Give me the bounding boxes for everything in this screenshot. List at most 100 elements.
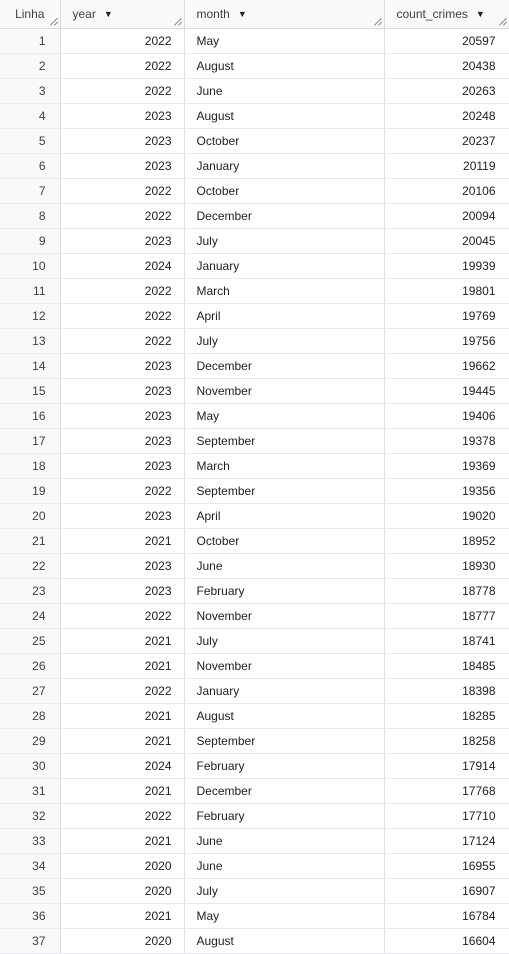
count-crimes-cell[interactable]: 16604 [384,928,509,954]
year-cell[interactable]: 2023 [60,503,185,529]
count-crimes-cell[interactable]: 19769 [384,303,509,329]
year-cell[interactable]: 2021 [60,628,185,654]
year-cell[interactable]: 2020 [60,928,185,954]
year-cell[interactable]: 2021 [60,728,185,754]
caret-down-icon[interactable]: ▼ [238,9,247,19]
count-crimes-cell[interactable]: 18485 [384,653,509,679]
month-cell[interactable]: June [184,553,385,579]
month-cell[interactable]: October [184,178,385,204]
month-cell[interactable]: January [184,253,385,279]
year-cell[interactable]: 2022 [60,203,185,229]
row-number-cell[interactable]: 33 [0,828,61,854]
year-cell[interactable]: 2024 [60,753,185,779]
count-crimes-cell[interactable]: 20263 [384,78,509,104]
count-crimes-cell[interactable]: 18777 [384,603,509,629]
row-number-cell[interactable]: 4 [0,103,61,129]
month-cell[interactable]: May [184,903,385,929]
table-row[interactable]: 34 2020 June 16955 [0,853,509,879]
row-number-cell[interactable]: 30 [0,753,61,779]
month-cell[interactable]: July [184,328,385,354]
year-cell[interactable]: 2022 [60,328,185,354]
row-number-cell[interactable]: 12 [0,303,61,329]
table-row[interactable]: 6 2023 January 20119 [0,153,509,179]
year-cell[interactable]: 2021 [60,903,185,929]
count-crimes-cell[interactable]: 18930 [384,553,509,579]
count-crimes-cell[interactable]: 19939 [384,253,509,279]
month-cell[interactable]: August [184,103,385,129]
count-crimes-cell[interactable]: 18778 [384,578,509,604]
table-row[interactable]: 11 2022 March 19801 [0,278,509,304]
month-cell[interactable]: May [184,403,385,429]
count-crimes-cell[interactable]: 16784 [384,903,509,929]
table-row[interactable]: 4 2023 August 20248 [0,103,509,129]
count-crimes-cell[interactable]: 16955 [384,853,509,879]
month-cell[interactable]: February [184,578,385,604]
month-cell[interactable]: November [184,603,385,629]
year-cell[interactable]: 2024 [60,253,185,279]
count-crimes-cell[interactable]: 20438 [384,53,509,79]
count-crimes-cell[interactable]: 20248 [384,103,509,129]
month-cell[interactable]: January [184,678,385,704]
year-cell[interactable]: 2023 [60,578,185,604]
table-row[interactable]: 12 2022 April 19769 [0,303,509,329]
table-row[interactable]: 21 2021 October 18952 [0,528,509,554]
caret-down-icon[interactable]: ▼ [104,9,113,19]
count-crimes-cell[interactable]: 17914 [384,753,509,779]
column-header-year[interactable]: year ▼ [60,0,185,29]
table-row[interactable]: 17 2023 September 19378 [0,428,509,454]
row-number-cell[interactable]: 25 [0,628,61,654]
month-cell[interactable]: April [184,303,385,329]
table-row[interactable]: 24 2022 November 18777 [0,603,509,629]
year-cell[interactable]: 2020 [60,853,185,879]
year-cell[interactable]: 2021 [60,703,185,729]
month-cell[interactable]: May [184,28,385,54]
row-number-cell[interactable]: 23 [0,578,61,604]
table-row[interactable]: 36 2021 May 16784 [0,903,509,929]
count-crimes-cell[interactable]: 20237 [384,128,509,154]
row-number-cell[interactable]: 36 [0,903,61,929]
count-crimes-cell[interactable]: 18285 [384,703,509,729]
table-row[interactable]: 25 2021 July 18741 [0,628,509,654]
resize-grip-icon[interactable] [499,18,506,25]
row-number-cell[interactable]: 31 [0,778,61,804]
table-row[interactable]: 28 2021 August 18285 [0,703,509,729]
month-cell[interactable]: December [184,353,385,379]
month-cell[interactable]: August [184,53,385,79]
table-row[interactable]: 3 2022 June 20263 [0,78,509,104]
table-row[interactable]: 14 2023 December 19662 [0,353,509,379]
month-cell[interactable]: June [184,853,385,879]
year-cell[interactable]: 2023 [60,553,185,579]
table-row[interactable]: 35 2020 July 16907 [0,878,509,904]
row-number-cell[interactable]: 17 [0,428,61,454]
table-row[interactable]: 37 2020 August 16604 [0,928,509,954]
table-row[interactable]: 16 2023 May 19406 [0,403,509,429]
count-crimes-cell[interactable]: 17124 [384,828,509,854]
count-crimes-cell[interactable]: 20094 [384,203,509,229]
count-crimes-cell[interactable]: 19356 [384,478,509,504]
table-row[interactable]: 8 2022 December 20094 [0,203,509,229]
table-row[interactable]: 9 2023 July 20045 [0,228,509,254]
month-cell[interactable]: November [184,653,385,679]
month-cell[interactable]: March [184,453,385,479]
year-cell[interactable]: 2022 [60,603,185,629]
month-cell[interactable]: September [184,478,385,504]
year-cell[interactable]: 2023 [60,228,185,254]
row-number-cell[interactable]: 37 [0,928,61,954]
year-cell[interactable]: 2021 [60,528,185,554]
month-cell[interactable]: October [184,128,385,154]
count-crimes-cell[interactable]: 18741 [384,628,509,654]
month-cell[interactable]: September [184,428,385,454]
resize-grip-icon[interactable] [50,18,57,25]
year-cell[interactable]: 2023 [60,378,185,404]
row-number-cell[interactable]: 14 [0,353,61,379]
table-row[interactable]: 32 2022 February 17710 [0,803,509,829]
count-crimes-cell[interactable]: 19801 [384,278,509,304]
table-row[interactable]: 30 2024 February 17914 [0,753,509,779]
count-crimes-cell[interactable]: 19378 [384,428,509,454]
row-number-cell[interactable]: 21 [0,528,61,554]
table-row[interactable]: 5 2023 October 20237 [0,128,509,154]
year-cell[interactable]: 2023 [60,453,185,479]
month-cell[interactable]: September [184,728,385,754]
table-row[interactable]: 29 2021 September 18258 [0,728,509,754]
month-cell[interactable]: July [184,228,385,254]
